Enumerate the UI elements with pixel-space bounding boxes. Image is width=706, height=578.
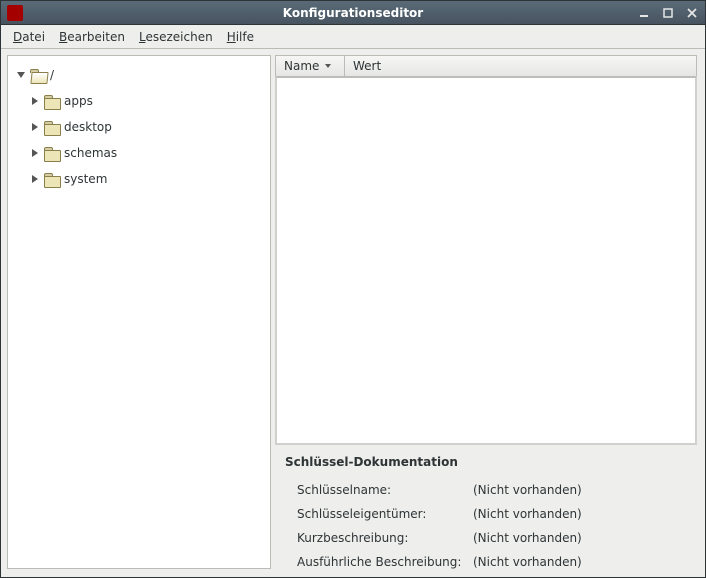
doc-label-keyowner: Schlüsseleigentümer: — [297, 507, 473, 521]
application-window: Konfigurationseditor Datei Bearbeiten Le… — [0, 0, 706, 578]
sort-indicator-icon — [325, 64, 331, 68]
menu-bearbeiten[interactable]: Bearbeiten — [53, 28, 131, 46]
folder-icon — [44, 147, 60, 160]
tree-item-system[interactable]: system — [12, 166, 266, 192]
folder-icon — [44, 95, 60, 108]
doc-value-shortdesc: (Nicht vorhanden) — [473, 531, 687, 545]
window-title: Konfigurationseditor — [283, 6, 423, 20]
doc-value-keyname: (Nicht vorhanden) — [473, 483, 687, 497]
tree-root-label: / — [50, 68, 54, 82]
content-area: / apps desktop schemas system — [1, 49, 705, 577]
folder-icon — [44, 121, 60, 134]
window-controls — [635, 6, 701, 20]
tree-item-schemas[interactable]: schemas — [12, 140, 266, 166]
doc-label-longdesc: Ausführliche Beschreibung: — [297, 555, 473, 569]
maximize-button[interactable] — [659, 6, 677, 20]
folder-open-icon — [30, 69, 46, 82]
tree-pane[interactable]: / apps desktop schemas system — [7, 55, 271, 569]
menu-hilfe[interactable]: Hilfe — [221, 28, 260, 46]
tree-item-apps[interactable]: apps — [12, 88, 266, 114]
tree-item-label: desktop — [64, 120, 112, 134]
key-documentation-panel: Schlüssel-Dokumentation Schlüsselname: (… — [275, 445, 697, 569]
menu-datei[interactable]: Datei — [7, 28, 51, 46]
folder-icon — [44, 173, 60, 186]
column-name-label: Name — [284, 59, 319, 73]
tree-item-label: schemas — [64, 146, 117, 160]
titlebar[interactable]: Konfigurationseditor — [1, 1, 705, 25]
menubar: Datei Bearbeiten Lesezeichen Hilfe — [1, 25, 705, 49]
expander-icon[interactable] — [30, 122, 40, 132]
expander-icon[interactable] — [30, 174, 40, 184]
doc-grid: Schlüsselname: (Nicht vorhanden) Schlüss… — [285, 483, 687, 569]
menu-lesezeichen[interactable]: Lesezeichen — [133, 28, 219, 46]
expander-icon[interactable] — [30, 96, 40, 106]
column-headers: Name Wert — [275, 55, 697, 77]
tree-root[interactable]: / — [12, 62, 266, 88]
doc-value-keyowner: (Nicht vorhanden) — [473, 507, 687, 521]
tree-item-desktop[interactable]: desktop — [12, 114, 266, 140]
doc-value-longdesc: (Nicht vorhanden) — [473, 555, 687, 569]
column-header-name[interactable]: Name — [275, 55, 345, 77]
minimize-button[interactable] — [635, 6, 653, 20]
close-button[interactable] — [683, 6, 701, 20]
expander-icon[interactable] — [30, 148, 40, 158]
tree-item-label: apps — [64, 94, 93, 108]
doc-label-shortdesc: Kurzbeschreibung: — [297, 531, 473, 545]
column-wert-label: Wert — [353, 59, 381, 73]
value-list[interactable] — [275, 76, 697, 445]
expander-icon[interactable] — [16, 70, 26, 80]
doc-label-keyname: Schlüsselname: — [297, 483, 473, 497]
column-header-wert[interactable]: Wert — [345, 55, 697, 77]
tree-item-label: system — [64, 172, 107, 186]
app-icon — [7, 5, 23, 21]
right-pane: Name Wert Schlüssel-Dokumentation Schlüs… — [275, 55, 697, 569]
doc-heading: Schlüssel-Dokumentation — [285, 455, 687, 469]
